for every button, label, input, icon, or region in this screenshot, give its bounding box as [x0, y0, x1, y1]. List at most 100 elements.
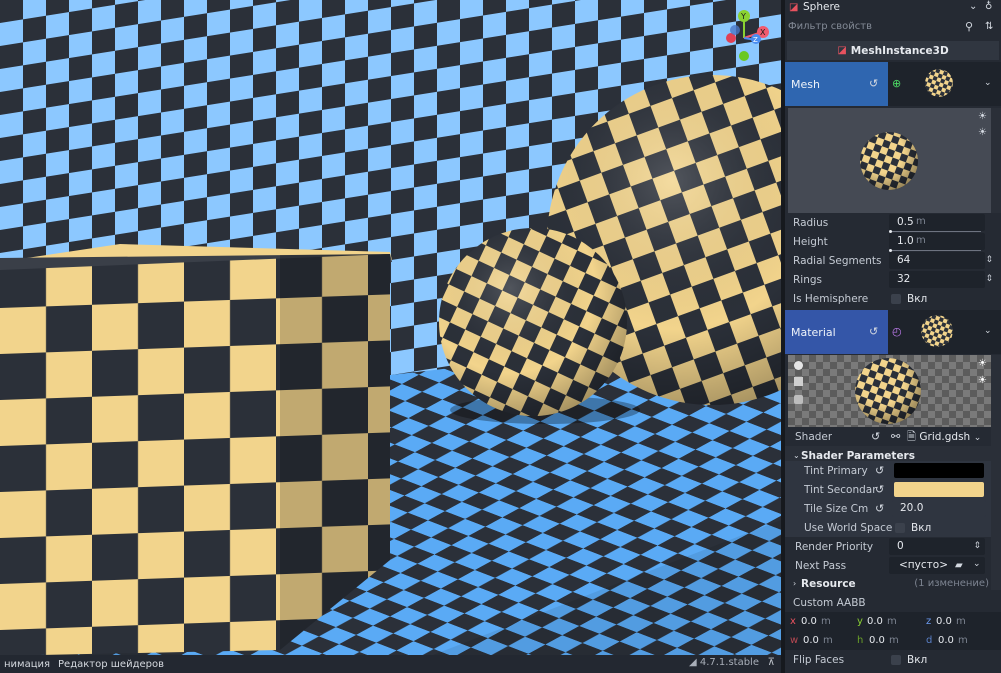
mesh-preview: ☀ ☀	[788, 108, 991, 213]
radial-segments-field[interactable]: 64	[889, 252, 985, 269]
tab-shader-editor[interactable]: Редактор шейдеров	[54, 659, 168, 670]
is-hemisphere-checkbox[interactable]: Вкл	[891, 292, 927, 305]
y-value[interactable]: 0.0	[867, 616, 883, 627]
tile-size-field[interactable]: 20.0	[892, 500, 986, 517]
z-value[interactable]: 0.0	[936, 616, 952, 627]
radial-segments-label: Radial Segments	[793, 254, 882, 267]
x-value[interactable]: 0.0	[801, 616, 817, 627]
height-row: Height 1.0 m	[785, 232, 1001, 252]
preview-sphere-shape-icon[interactable]	[794, 361, 803, 370]
y-label: y	[857, 616, 863, 627]
mesh-resource-picker[interactable]: ⊕ ⌄	[888, 62, 1001, 106]
inspector-panel: ◪ Sphere ⌄ ♁ Фильтр свойств ⚲ ⇅ ◪ MeshIn…	[785, 0, 1001, 673]
flip-faces-row: Flip Faces Вкл	[785, 650, 1001, 669]
resource-label: Resource	[801, 577, 856, 590]
material-thumbnail	[921, 315, 953, 347]
revert-icon[interactable]: ↺	[869, 78, 878, 89]
search-icon[interactable]: ⚲	[965, 21, 973, 32]
gizmo-x-label: X	[760, 28, 766, 37]
x-label: x	[790, 616, 796, 627]
tint-secondary-color-picker[interactable]	[894, 482, 984, 497]
revert-icon[interactable]: ↺	[875, 503, 884, 514]
material-property[interactable]: Material ↺	[785, 310, 888, 354]
revert-icon[interactable]: ↺	[875, 484, 884, 495]
chevron-down-icon[interactable]: ⌄	[984, 78, 992, 89]
render-priority-label: Render Priority	[795, 540, 874, 553]
folder-icon[interactable]: ▰	[955, 560, 963, 571]
d-value[interactable]: 0.0	[938, 635, 954, 646]
class-header[interactable]: ◪ MeshInstance3D	[787, 41, 999, 60]
history-dropdown-icon[interactable]: ⌄	[969, 1, 977, 12]
class-name: MeshInstance3D	[850, 44, 949, 57]
material-preview-sphere	[855, 358, 921, 424]
tint-primary-color-picker[interactable]	[894, 463, 984, 478]
link-icon[interactable]: ⚯	[891, 431, 900, 442]
revert-icon[interactable]: ↺	[871, 431, 880, 442]
tint-secondary-label: Tint Secondar	[804, 483, 877, 496]
material-preview: ☀ ☀	[788, 355, 991, 427]
revert-icon[interactable]: ↺	[875, 465, 884, 476]
flip-faces-checkbox[interactable]: Вкл	[891, 653, 927, 666]
use-world-space-label: Use World Space	[804, 521, 893, 534]
material-resource-picker[interactable]: ◴ ⌄	[888, 310, 1001, 354]
mesh-section-gutter	[991, 108, 1001, 213]
radius-field[interactable]: 0.5 m	[889, 214, 985, 231]
mesh-preview-sphere	[860, 132, 918, 190]
custom-aabb-position[interactable]: x 0.0 m y 0.0 m z 0.0 m	[785, 612, 1001, 631]
shader-params-label: Shader Parameters	[801, 449, 915, 462]
d-label: d	[926, 635, 933, 646]
h-value[interactable]: 0.0	[869, 635, 885, 646]
shader-file-icon: 🗎	[907, 430, 916, 443]
tint-secondary-row: Tint Secondar ↺	[785, 480, 991, 499]
sphere-mesh-icon: ⊕	[892, 77, 902, 90]
render-priority-row: Render Priority 0 ⇕	[785, 537, 1001, 556]
custom-aabb-label: Custom AABB	[793, 596, 866, 609]
mesh-node-icon: ◪	[789, 2, 799, 13]
mesh-label: Mesh	[791, 77, 820, 91]
height-field[interactable]: 1.0 m	[889, 233, 985, 250]
resource-row[interactable]: › Resource (1 изменение)	[785, 574, 991, 593]
render-priority-field[interactable]: 0	[889, 538, 985, 555]
revert-icon[interactable]: ↺	[869, 326, 878, 337]
spinner-icon[interactable]: ⇕	[985, 255, 993, 265]
tint-primary-label: Tint Primary	[804, 464, 868, 477]
tint-primary-row: Tint Primary ↺	[785, 461, 991, 480]
mesh-instance-icon: ◪	[837, 45, 847, 56]
preview-box-shape-icon[interactable]	[794, 377, 803, 386]
chevron-down-icon: ⌄	[973, 433, 982, 443]
custom-aabb-row: Custom AABB	[785, 593, 1001, 612]
radius-row: Radius 0.5 m	[785, 213, 1001, 233]
filter-input[interactable]: Фильтр свойств	[788, 21, 872, 32]
w-value[interactable]: 0.0	[803, 635, 819, 646]
light-1-icon[interactable]: ☀	[978, 358, 987, 369]
radius-label: Radius	[793, 216, 829, 229]
version-icon: ◢	[688, 657, 700, 668]
shader-material-icon: ◴	[892, 325, 902, 338]
shader-resource-picker[interactable]: 🗎 Grid.gdsh ⌄	[907, 430, 981, 444]
pin-icon[interactable]: ⊼	[768, 657, 775, 668]
light-2-icon[interactable]: ☀	[978, 127, 987, 138]
preview-quad-shape-icon[interactable]	[794, 395, 803, 404]
height-label: Height	[793, 235, 828, 248]
version-label[interactable]: ◢ 4.7.1.stable	[689, 657, 759, 668]
rings-field[interactable]: 32	[889, 271, 985, 288]
mesh-property[interactable]: Mesh ↺	[785, 62, 888, 106]
is-hemisphere-label: Is Hemisphere	[793, 292, 869, 305]
sort-icon[interactable]: ⇅	[985, 21, 993, 32]
3d-viewport[interactable]: Y X Z	[0, 0, 781, 655]
light-2-icon[interactable]: ☀	[978, 375, 987, 386]
spinner-icon[interactable]: ⇕	[985, 274, 993, 284]
cube[interactable]	[0, 244, 392, 655]
chevron-down-icon[interactable]: ⌄	[973, 559, 981, 570]
chevron-down-icon[interactable]: ⌄	[984, 326, 992, 337]
light-1-icon[interactable]: ☀	[978, 111, 987, 122]
next-pass-label: Next Pass	[795, 559, 847, 572]
custom-aabb-size[interactable]: w 0.0 m h 0.0 m d 0.0 m	[785, 631, 1001, 650]
tab-animation[interactable]: нимация	[0, 659, 54, 670]
spinner-icon[interactable]: ⇕	[973, 541, 981, 551]
gizmo-y-label: Y	[740, 12, 746, 21]
next-pass-picker[interactable]: <пусто> ▰ ⌄	[889, 557, 985, 574]
object-menu-icon[interactable]: ♁	[985, 1, 992, 12]
use-world-space-checkbox[interactable]: Вкл	[895, 521, 931, 534]
scene-render[interactable]: Y X Z	[0, 0, 781, 655]
